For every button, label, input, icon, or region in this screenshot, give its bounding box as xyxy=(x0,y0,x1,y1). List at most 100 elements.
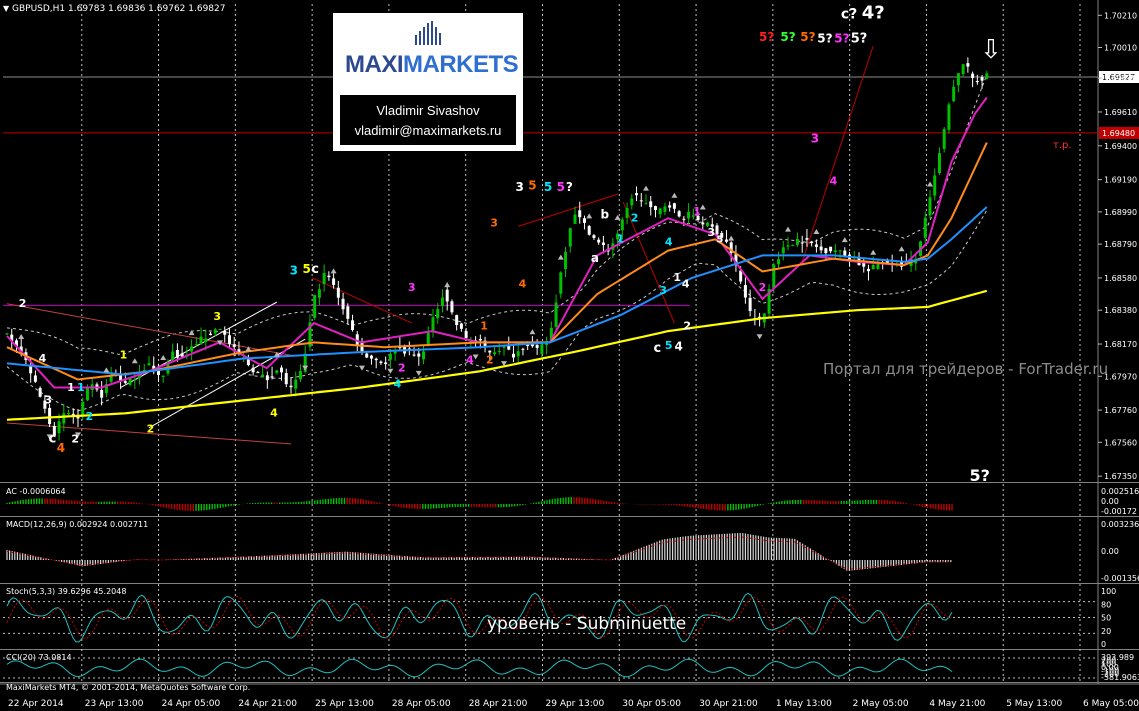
bear-candle-body xyxy=(724,239,728,242)
wave-label: c? xyxy=(841,7,857,23)
bear-candle-body xyxy=(29,365,33,374)
bear-candle-body xyxy=(280,367,284,373)
author-email: vladimir@maximarkets.ru xyxy=(354,123,502,138)
bear-candle-body xyxy=(270,376,274,378)
time-tick-label: 1 May 13:00 xyxy=(776,699,832,709)
time-tick-label: 28 Apr 05:00 xyxy=(392,699,451,709)
price-tick-label: 1.69400 xyxy=(1104,142,1137,151)
wave-label: 1 xyxy=(617,233,625,246)
price-tick-label: 1.70210 xyxy=(1104,11,1137,20)
wave-label: 5 xyxy=(544,180,552,194)
bull-candle-body xyxy=(388,353,392,360)
price-tick-label: 1.69820 xyxy=(1104,74,1137,83)
bull-candle-body xyxy=(961,64,965,75)
bull-candle-body xyxy=(573,214,577,224)
bull-candle-body xyxy=(687,211,691,219)
bear-candle-body xyxy=(48,407,52,425)
bear-candle-body xyxy=(33,375,37,382)
bear-candle-body xyxy=(265,375,269,381)
time-tick-label: 28 Apr 21:00 xyxy=(469,699,528,709)
wave-label: 5? xyxy=(834,32,849,46)
time-tick-label: 23 Apr 13:00 xyxy=(85,699,144,709)
bull-candle-body xyxy=(147,363,151,365)
price-tick-label: 1.68790 xyxy=(1104,240,1137,249)
bear-candle-body xyxy=(635,193,639,196)
wave-label: 2 xyxy=(86,410,94,423)
wave-label: 4 xyxy=(682,278,690,291)
bear-candle-body xyxy=(980,77,984,81)
bull-candle-body xyxy=(923,217,927,238)
indicator-tick-label: -0.00172 xyxy=(1101,507,1137,516)
bear-candle-body xyxy=(829,246,833,252)
bear-candle-body xyxy=(653,206,657,211)
bull-candle-body xyxy=(985,73,989,79)
bear-candle-body xyxy=(824,248,828,254)
wave-label: 4 xyxy=(466,353,474,366)
bear-candle-body xyxy=(365,353,369,358)
bear-candle-body xyxy=(369,355,373,359)
price-tick-label: 1.68990 xyxy=(1104,208,1137,217)
time-tick-label: 5 May 13:00 xyxy=(1006,699,1062,709)
bear-candle-body xyxy=(521,348,525,350)
bull-candle-body xyxy=(81,401,85,416)
chart-root: 1.694801.69827 c422431 1212343 5 c432412343… xyxy=(0,0,1139,711)
bear-candle-body xyxy=(819,246,823,251)
bear-candle-body xyxy=(459,323,463,329)
bear-candle-body xyxy=(866,268,870,272)
bull-candle-body xyxy=(298,371,302,380)
bear-candle-body xyxy=(810,241,814,244)
bear-candle-body xyxy=(284,373,288,385)
bear-candle-body xyxy=(805,238,809,240)
bear-candle-body xyxy=(38,388,42,397)
bull-candle-body xyxy=(161,375,165,377)
bull-candle-body xyxy=(833,250,837,253)
bear-candle-body xyxy=(649,201,653,208)
wave-label: c xyxy=(311,262,319,277)
wave-label: 4 xyxy=(270,407,278,420)
bear-candle-body xyxy=(971,73,975,78)
portal-watermark: Портал для трейдеров - ForTrader.ru xyxy=(823,360,1108,378)
wave-label: 5 xyxy=(528,178,536,192)
bull-candle-body xyxy=(502,346,506,348)
indicator-tick-label: -381.9063 xyxy=(1101,673,1139,682)
wave-label: 5? xyxy=(800,30,815,44)
bear-candle-body xyxy=(223,330,227,335)
wave-label: 4 xyxy=(674,339,682,353)
target-price-label: 1.69480 xyxy=(1102,129,1135,138)
bull-candle-body xyxy=(85,387,89,401)
bull-candle-body xyxy=(786,245,790,247)
bear-candle-body xyxy=(455,315,459,325)
logo-maxi: MAXI xyxy=(345,51,404,78)
bear-candle-body xyxy=(743,285,747,298)
time-tick-label: 4 May 21:00 xyxy=(929,699,985,709)
bear-candle-body xyxy=(332,278,336,285)
bull-candle-body xyxy=(625,208,629,218)
bull-candle-body xyxy=(431,317,435,332)
wave-label: 2 xyxy=(147,423,155,436)
bull-candle-body xyxy=(952,86,956,102)
bull-candle-body xyxy=(644,203,648,205)
time-tick-label: 25 Apr 13:00 xyxy=(315,699,374,709)
bull-candle-body xyxy=(791,245,795,247)
bear-candle-body xyxy=(445,289,449,302)
bear-candle-body xyxy=(341,298,345,310)
indicator-tick-label: 100 xyxy=(1101,587,1116,596)
bear-candle-body xyxy=(251,367,255,373)
bear-candle-body xyxy=(450,301,454,313)
wave-label: 2 xyxy=(19,297,27,310)
collapse-arrow-icon[interactable]: ▼ xyxy=(3,4,10,13)
bull-candle-body xyxy=(956,73,960,86)
bull-candle-body xyxy=(294,379,298,389)
bear-candle-body xyxy=(351,320,355,331)
indicator-tick-label: 80 xyxy=(1101,600,1111,609)
bull-candle-body xyxy=(663,206,667,212)
indicator-tick-label: 50 xyxy=(1101,614,1111,623)
indicator-tick-label: 0 xyxy=(1101,640,1106,649)
indicator-label: Stoch(5,3,3) 39.6296 45.2048 xyxy=(6,587,126,596)
wave-label: 5 xyxy=(302,262,310,276)
bear-candle-body xyxy=(384,362,388,365)
wave-label: 3 xyxy=(290,264,298,278)
bear-candle-body xyxy=(677,211,681,217)
bull-candle-body xyxy=(772,264,776,289)
bear-candle-body xyxy=(346,306,350,319)
